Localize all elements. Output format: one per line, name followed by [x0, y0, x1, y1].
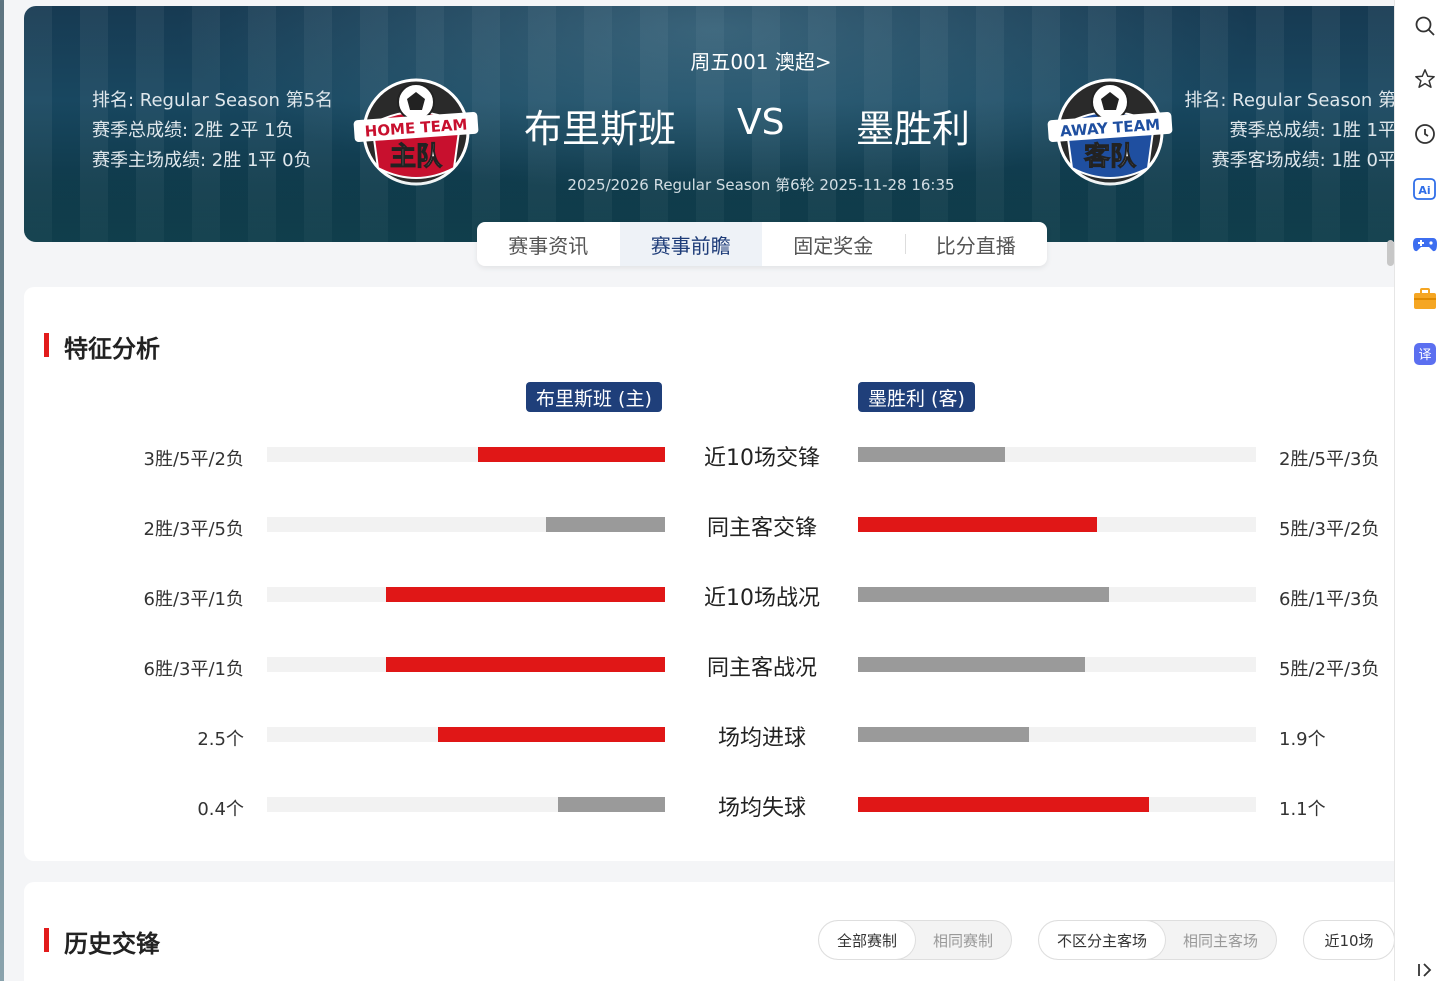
- translate-icon[interactable]: 译: [1411, 340, 1439, 368]
- home-home-record: 赛季主场成绩: 2胜 1平 0负: [92, 150, 312, 171]
- away-row-value: 6胜/1平/3负: [1279, 589, 1380, 610]
- tab-fixed-odds[interactable]: 固定奖金: [762, 222, 905, 266]
- home-bar-fill: [478, 447, 665, 462]
- away-bar-fill: [858, 517, 1097, 532]
- feature-row-label: 近10场交锋: [704, 446, 820, 471]
- away-bar-fill: [858, 587, 1109, 602]
- away-bar-track: [858, 727, 1256, 742]
- feature-analysis-title: 特征分析: [44, 329, 160, 364]
- home-rank: 排名: Regular Season 第5名: [92, 90, 334, 111]
- format-filter: 全部赛制 相同赛制: [818, 920, 1013, 960]
- home-team-chip: 布里斯班 (主): [526, 382, 662, 412]
- away-row-value: 2胜/5平/3负: [1279, 449, 1380, 470]
- count-filter: 近10场: [1303, 920, 1394, 960]
- home-season-record: 赛季总成绩: 2胜 2平 1负: [92, 120, 294, 141]
- away-row-value: 5胜/2平/3负: [1279, 659, 1380, 680]
- vs-label: VS: [737, 102, 785, 143]
- home-team-name[interactable]: 布里斯班: [524, 98, 676, 153]
- feature-analysis-card: 特征分析 布里斯班 (主) 墨胜利 (客) 3胜/5平/2负 近10场交锋 2胜/5…: [24, 287, 1394, 861]
- svg-text:译: 译: [1418, 348, 1431, 363]
- feature-row-label: 场均进球: [717, 726, 806, 751]
- venue-filter: 不区分主客场 相同主客场: [1038, 920, 1278, 960]
- filter-same-format[interactable]: 相同赛制: [915, 921, 1011, 959]
- home-bar-fill: [558, 797, 665, 812]
- away-row-value: 5胜/3平/2负: [1279, 519, 1380, 540]
- svg-text:Ai: Ai: [1418, 184, 1430, 197]
- browser-sidebar: Ai 译: [1394, 0, 1456, 981]
- feature-row-label: 场均失球: [717, 796, 806, 821]
- filter-last-10[interactable]: 近10场: [1304, 921, 1394, 959]
- home-row-value: 0.4个: [197, 799, 244, 820]
- tab-preview[interactable]: 赛事前瞻: [619, 222, 762, 266]
- match-header-banner: 周五001 澳超> 排名: Regular Season 第5名 赛季总成绩: …: [24, 6, 1394, 242]
- briefcase-icon[interactable]: [1411, 285, 1439, 313]
- away-row-value: 1.1个: [1279, 799, 1326, 820]
- home-row-value: 2.5个: [197, 729, 244, 750]
- filter-same-venue[interactable]: 相同主客场: [1165, 921, 1276, 959]
- away-bar-track: [858, 797, 1256, 812]
- home-logo-label: 主队: [390, 142, 443, 172]
- away-row-value: 1.9个: [1279, 729, 1326, 750]
- home-bar-track: [267, 657, 665, 672]
- away-bar-fill: [858, 447, 1005, 462]
- away-team-logo: AWAY TEAM 客队: [1047, 78, 1173, 186]
- home-row-value: 2胜/3平/5负: [143, 519, 245, 540]
- away-bar-fill: [858, 727, 1029, 742]
- away-bar-track: [858, 587, 1256, 602]
- feature-row-label: 同主客战况: [706, 656, 817, 681]
- scrollbar-thumb[interactable]: [1387, 240, 1394, 266]
- home-bar-fill: [386, 587, 665, 602]
- history-icon[interactable]: [1411, 120, 1439, 148]
- away-bar-fill: [858, 797, 1149, 812]
- search-icon[interactable]: [1411, 12, 1439, 40]
- away-rank: 排名: Regular Season 第: [1184, 90, 1394, 111]
- away-logo-label: 客队: [1084, 141, 1137, 172]
- tab-news[interactable]: 赛事资讯: [477, 222, 620, 266]
- home-bar-fill: [386, 657, 665, 672]
- star-icon[interactable]: [1411, 65, 1439, 93]
- collapse-icon[interactable]: [1411, 956, 1439, 981]
- match-tabs: 赛事资讯 赛事前瞻 固定奖金 比分直播: [477, 222, 1047, 266]
- league-link[interactable]: 周五001 澳超>: [24, 46, 1394, 75]
- home-row-value: 3胜/5平/2负: [143, 449, 245, 470]
- home-bar-track: [267, 447, 665, 462]
- home-bar-track: [267, 517, 665, 532]
- history-card: 历史交锋 全部赛制 相同赛制 不区分主客场 相同主客场 近10场: [24, 882, 1394, 981]
- match-season-info: 2025/2026 Regular Season 第6轮 2025-11-28 …: [567, 176, 955, 194]
- away-bar-fill: [858, 657, 1085, 672]
- home-row-value: 6胜/3平/1负: [143, 659, 245, 680]
- home-team-logo: HOME TEAM 主队: [353, 78, 479, 186]
- home-bar-track: [267, 797, 665, 812]
- away-bar-track: [858, 657, 1256, 672]
- page: 周五001 澳超> 排名: Regular Season 第5名 赛季总成绩: …: [4, 0, 1394, 981]
- away-bar-track: [858, 447, 1256, 462]
- ai-icon[interactable]: Ai: [1411, 175, 1439, 203]
- feature-row-label: 同主客交锋: [706, 516, 817, 541]
- home-bar-track: [267, 727, 665, 742]
- away-team-name[interactable]: 墨胜利: [856, 98, 970, 153]
- home-bar-fill: [546, 517, 665, 532]
- home-bar-fill: [438, 727, 665, 742]
- home-bar-track: [267, 587, 665, 602]
- gamepad-icon[interactable]: [1411, 230, 1439, 258]
- filter-any-venue[interactable]: 不区分主客场: [1039, 921, 1166, 959]
- away-away-record: 赛季客场成绩: 1胜 0平: [1211, 150, 1394, 171]
- away-team-chip: 墨胜利 (客): [858, 382, 975, 412]
- tab-live-score[interactable]: 比分直播: [904, 222, 1048, 266]
- history-title: 历史交锋: [44, 924, 160, 959]
- filter-all-format[interactable]: 全部赛制: [819, 921, 916, 959]
- away-bar-track: [858, 517, 1256, 532]
- away-season-record: 赛季总成绩: 1胜 1平: [1229, 120, 1394, 141]
- feature-row-label: 近10场战况: [704, 586, 820, 611]
- home-row-value: 6胜/3平/1负: [143, 589, 245, 610]
